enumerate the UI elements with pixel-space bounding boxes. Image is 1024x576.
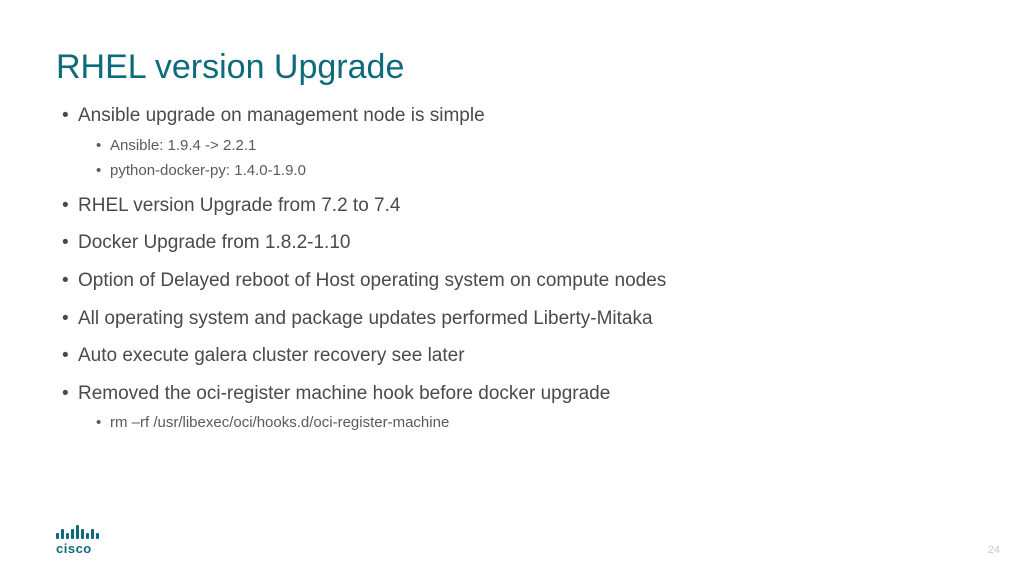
bullet-item: RHEL version Upgrade from 7.2 to 7.4 <box>56 193 968 219</box>
page-number: 24 <box>988 544 1000 556</box>
slide-title: RHEL version Upgrade <box>56 48 968 87</box>
bullet-item: All operating system and package updates… <box>56 306 968 332</box>
bullet-item: Option of Delayed reboot of Host operati… <box>56 268 968 294</box>
bullet-item: Auto execute galera cluster recovery see… <box>56 343 968 369</box>
cisco-logo: cisco <box>56 524 99 556</box>
slide-container: RHEL version Upgrade Ansible upgrade on … <box>0 0 1024 576</box>
bullet-text: Removed the oci-register machine hook be… <box>78 383 610 404</box>
bullet-text: Ansible upgrade on management node is si… <box>78 105 485 126</box>
sub-bullet-item: python-docker-py: 1.4.0-1.9.0 <box>90 160 968 181</box>
sub-bullet-item: Ansible: 1.9.4 -> 2.2.1 <box>90 135 968 156</box>
bullet-item: Removed the oci-register machine hook be… <box>56 381 968 434</box>
sub-bullet-list: rm –rf /usr/libexec/oci/hooks.d/oci-regi… <box>78 412 968 433</box>
cisco-logo-text: cisco <box>56 541 99 556</box>
bullet-item: Ansible upgrade on management node is si… <box>56 103 968 181</box>
sub-bullet-item: rm –rf /usr/libexec/oci/hooks.d/oci-regi… <box>90 412 968 433</box>
bullet-list: Ansible upgrade on management node is si… <box>56 103 968 433</box>
bullet-item: Docker Upgrade from 1.8.2-1.10 <box>56 230 968 256</box>
cisco-logo-bars-icon <box>56 524 99 539</box>
sub-bullet-list: Ansible: 1.9.4 -> 2.2.1 python-docker-py… <box>78 135 968 181</box>
